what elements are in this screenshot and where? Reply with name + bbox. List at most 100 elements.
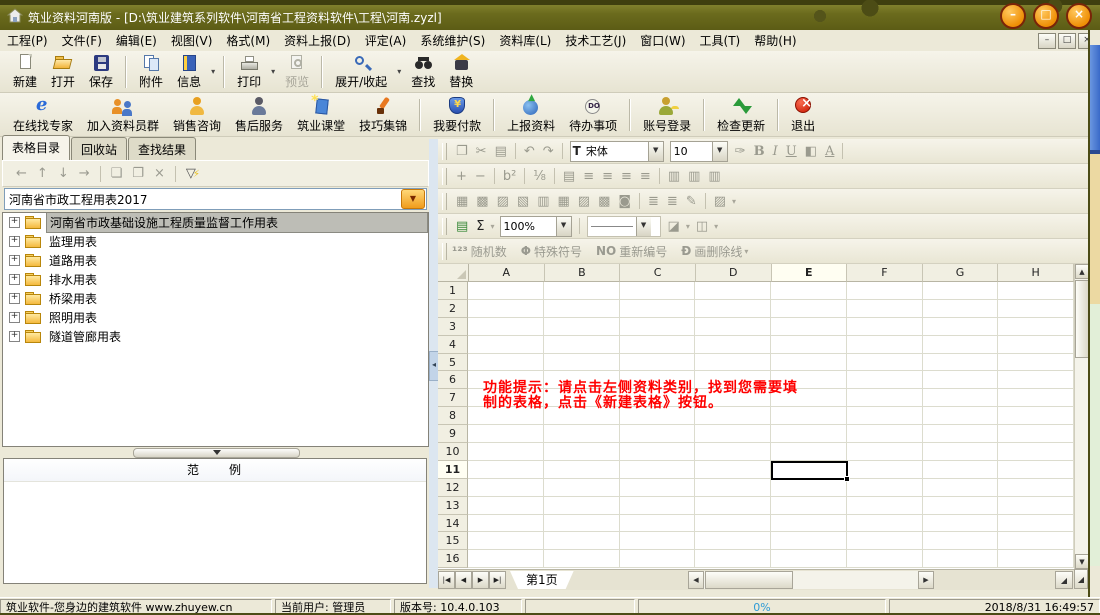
grid-cell-F14[interactable] (847, 515, 923, 533)
fmt-add-row-icon[interactable]: + (452, 169, 471, 184)
dropdown-arrow-icon[interactable]: ▾ (684, 222, 692, 231)
fmt-delete-cells-icon[interactable]: ▦ (553, 194, 573, 209)
menu-item-2[interactable]: 编辑(E) (109, 30, 164, 51)
grid-cell-A9[interactable] (468, 425, 544, 443)
vertical-scrollbar[interactable]: ▲ ▼ (1074, 264, 1089, 569)
after-sales-button[interactable]: 售后服务 (228, 93, 290, 137)
combobox-dropdown-icon[interactable]: ▼ (636, 217, 651, 236)
fmt-split-cell-icon[interactable]: ▨ (493, 194, 513, 209)
fmt-font-color-icon[interactable]: A (821, 144, 838, 159)
expand-icon[interactable]: + (9, 217, 20, 228)
row-header-7[interactable]: 7 (438, 389, 468, 407)
row-header-12[interactable]: 12 (438, 479, 468, 497)
expand-icon[interactable]: + (9, 331, 20, 342)
selected-cell[interactable] (771, 461, 848, 480)
grid-cell-H5[interactable] (998, 354, 1074, 372)
column-header-B[interactable]: B (545, 264, 621, 282)
grid-cell-F6[interactable] (847, 371, 923, 389)
grid-cell-G12[interactable] (923, 479, 999, 497)
fmt-border-inner-icon[interactable]: ◫ (692, 219, 712, 234)
fmt-align-center-icon[interactable]: ≡ (598, 169, 617, 184)
fmt-fill-color-icon[interactable]: ◧ (801, 144, 821, 159)
fmt-bold-icon[interactable]: B (750, 144, 769, 159)
grid-cell-C4[interactable] (620, 336, 696, 354)
sheet-tab[interactable]: 第1页 (510, 571, 574, 589)
fmt-paste-icon[interactable]: ▤ (491, 144, 511, 159)
grid-cell-F10[interactable] (847, 443, 923, 461)
grid-cell-A12[interactable] (468, 479, 544, 497)
menu-item-10[interactable]: 窗口(W) (633, 30, 692, 51)
new-button[interactable]: 新建 (6, 51, 44, 93)
grid-cell-G8[interactable] (923, 407, 999, 425)
fmt-sum-icon[interactable]: Σ (472, 219, 488, 234)
dropdown-arrow-icon[interactable]: ▾ (489, 222, 497, 231)
row-header-2[interactable]: 2 (438, 300, 468, 318)
menu-item-11[interactable]: 工具(T) (693, 30, 748, 51)
save-button[interactable]: 保存 (82, 51, 120, 93)
fmt-italic-icon[interactable]: I (769, 144, 782, 159)
scroll-up-button[interactable]: ▲ (1075, 264, 1089, 279)
grid-cell-B12[interactable] (544, 479, 620, 497)
todo-button[interactable]: 待办事项 (562, 93, 624, 137)
row-header-14[interactable]: 14 (438, 515, 468, 533)
menu-item-1[interactable]: 文件(F) (55, 30, 109, 51)
grid-cell-H13[interactable] (998, 497, 1074, 515)
grid-cell-E2[interactable] (771, 300, 847, 318)
move-right-button[interactable]: → (74, 166, 95, 181)
column-header-D[interactable]: D (696, 264, 772, 282)
online-expert-button[interactable]: 在线找专家 (6, 93, 80, 137)
vertical-splitter[interactable]: ◂ (429, 139, 438, 588)
join-group-button[interactable]: 加入资料员群 (80, 93, 166, 137)
horizontal-splitter[interactable] (2, 448, 429, 457)
grid-cell-C14[interactable] (620, 515, 696, 533)
vertical-scroll-thumb[interactable] (1075, 280, 1089, 358)
grid-cell-G6[interactable] (923, 371, 999, 389)
grid-cell-D4[interactable] (695, 336, 771, 354)
delete-node-button[interactable]: × (149, 166, 170, 181)
left-tab-1[interactable]: 回收站 (71, 137, 127, 160)
grid-cell-A13[interactable] (468, 497, 544, 515)
grid-cell-H7[interactable] (998, 389, 1074, 407)
grid-cell-G9[interactable] (923, 425, 999, 443)
grid-cell-D12[interactable] (695, 479, 771, 497)
grid-cell-A11[interactable] (468, 461, 544, 479)
catalog-combobox[interactable]: 河南省市政工程用表2017 ▼ (4, 188, 427, 210)
fmt-line-spacing-inc-icon[interactable]: ≣ (644, 194, 663, 209)
scrollbar-corner-icon[interactable]: ◢ (1074, 569, 1088, 589)
column-header-G[interactable]: G (923, 264, 999, 282)
tree-item-0[interactable]: +河南省市政基础设施工程质量监督工作用表 (3, 213, 428, 232)
tips-button[interactable]: 技巧集锦 (352, 93, 414, 137)
grid-cell-D5[interactable] (695, 354, 771, 372)
toolbar-grip[interactable] (442, 218, 447, 235)
row-header-13[interactable]: 13 (438, 497, 468, 515)
grid-cell-A10[interactable] (468, 443, 544, 461)
menu-item-12[interactable]: 帮助(H) (747, 30, 803, 51)
sheet-nav-button-1[interactable]: ◀ (455, 571, 472, 589)
grid-cell-F1[interactable] (847, 282, 923, 300)
grid-cell-F11[interactable] (847, 461, 923, 479)
scroll-right-button[interactable]: ▶ (918, 571, 934, 589)
fmt-columns-1-icon[interactable]: ▥ (664, 169, 684, 184)
grid-cell-G3[interactable] (923, 318, 999, 336)
grid-cell-B3[interactable] (544, 318, 620, 336)
filter-button[interactable]: ▽ (181, 166, 205, 181)
expand-icon[interactable]: + (9, 255, 20, 266)
row-header-9[interactable]: 9 (438, 425, 468, 443)
dropdown-arrow-icon[interactable]: ▾ (268, 67, 278, 76)
fmt-border-outline-icon[interactable]: ◪ (664, 219, 684, 234)
grid-cell-F3[interactable] (847, 318, 923, 336)
column-header-E[interactable]: E (772, 264, 848, 282)
menu-item-9[interactable]: 技术工艺(J) (558, 30, 633, 51)
sheet-nav-button-0[interactable]: |◀ (438, 571, 455, 589)
row-header-16[interactable]: 16 (438, 550, 468, 568)
grid-cell-F4[interactable] (847, 336, 923, 354)
left-tab-0[interactable]: 表格目录 (2, 135, 70, 160)
dropdown-arrow-icon[interactable]: ▾ (730, 197, 738, 206)
minimize-button[interactable]: – (1000, 3, 1026, 29)
grid-cell-G2[interactable] (923, 300, 999, 318)
menu-item-4[interactable]: 格式(M) (219, 30, 277, 51)
grid-cell-A2[interactable] (468, 300, 544, 318)
fmt-undo-icon[interactable]: ↶ (520, 144, 539, 159)
font-family-combobox[interactable]: T 宋体 ▼ (570, 141, 664, 162)
grid-cell-E1[interactable] (771, 282, 847, 300)
